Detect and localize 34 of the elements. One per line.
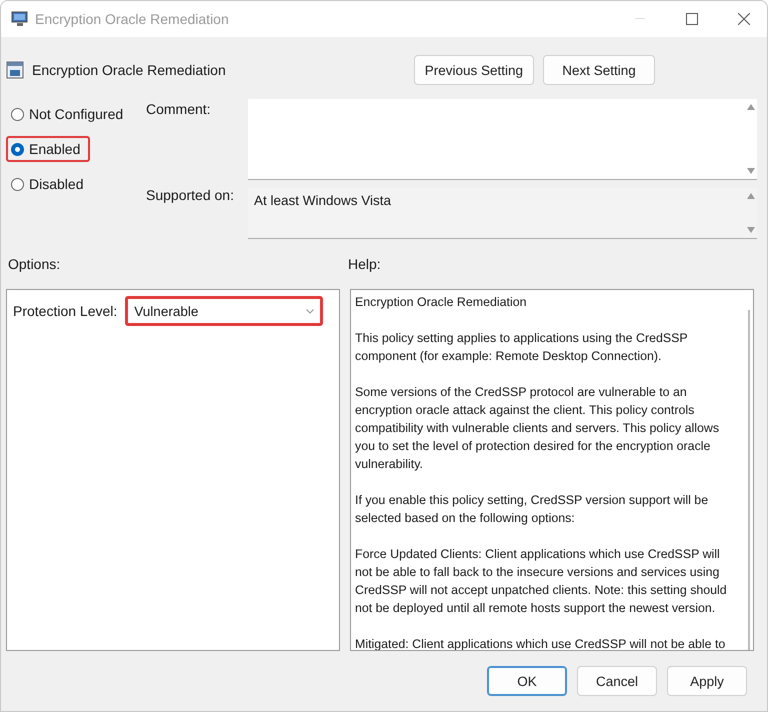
comment-label: Comment: bbox=[146, 100, 212, 117]
scroll-up-icon[interactable] bbox=[747, 103, 755, 111]
policy-icon bbox=[6, 61, 24, 79]
window-title: Encryption Oracle Remediation bbox=[35, 11, 230, 27]
help-paragraph: If you enable this policy setting, CredSSP version support will be selected based on the following options: bbox=[355, 492, 710, 527]
state-radio[interactable]: Disabled bbox=[6, 171, 94, 197]
help-paragraph: Some versions of the CredSSP protocol are vulnerable to an encryption oracle attack against the client. This policy controls compatibility with vulnerable clients and servers. This policy allows you to set the level of protection desired for the encryption oracle vulnerability. bbox=[355, 384, 720, 473]
caret-icon bbox=[306, 308, 314, 314]
help-paragraph: This policy setting applies to applications using the CredSSP component (for example: Remote Desktop Connection). bbox=[355, 330, 689, 365]
maximize-icon bbox=[686, 13, 698, 25]
setting-nav-button[interactable]: Next Setting bbox=[543, 55, 655, 85]
protection-level-label: Protection Level: bbox=[13, 303, 118, 319]
scroll-down-icon[interactable] bbox=[747, 226, 755, 234]
state-radio[interactable]: Enabled bbox=[6, 136, 90, 162]
supported-on-label: Supported on: bbox=[146, 187, 235, 203]
dialog-button[interactable]: OK bbox=[487, 666, 567, 696]
options-label: Options: bbox=[8, 256, 62, 272]
policy-title: Encryption Oracle Remediation bbox=[32, 62, 227, 78]
dialog-button[interactable]: Apply bbox=[667, 666, 747, 696]
help-paragraph: Force Updated Clients: Client applications which use CredSSP will not be able to fall back to the insecure versions and services using CredSSP will not accept unpatched clients. Note: this setting should not be deployed until all remote hosts support the newest version. bbox=[355, 546, 728, 617]
comment-field[interactable] bbox=[248, 99, 757, 180]
supported-on-value: At least Windows Vista bbox=[253, 192, 392, 210]
state-radio[interactable]: Not Configured bbox=[6, 101, 134, 127]
close-icon bbox=[738, 13, 750, 25]
computer-icon bbox=[11, 11, 29, 27]
scroll-down-icon[interactable] bbox=[747, 167, 755, 175]
dialog-button[interactable]: Cancel bbox=[577, 666, 657, 696]
setting-nav-button[interactable]: Previous Setting bbox=[414, 55, 534, 85]
minimize-icon bbox=[635, 18, 645, 20]
protection-level-dropdown[interactable]: Vulnerable bbox=[125, 296, 324, 326]
help-label: Help: bbox=[348, 256, 382, 272]
help-paragraph: Encryption Oracle Remediation bbox=[355, 294, 528, 311]
scrollbar[interactable] bbox=[748, 310, 750, 650]
scroll-up-icon[interactable] bbox=[747, 192, 755, 200]
